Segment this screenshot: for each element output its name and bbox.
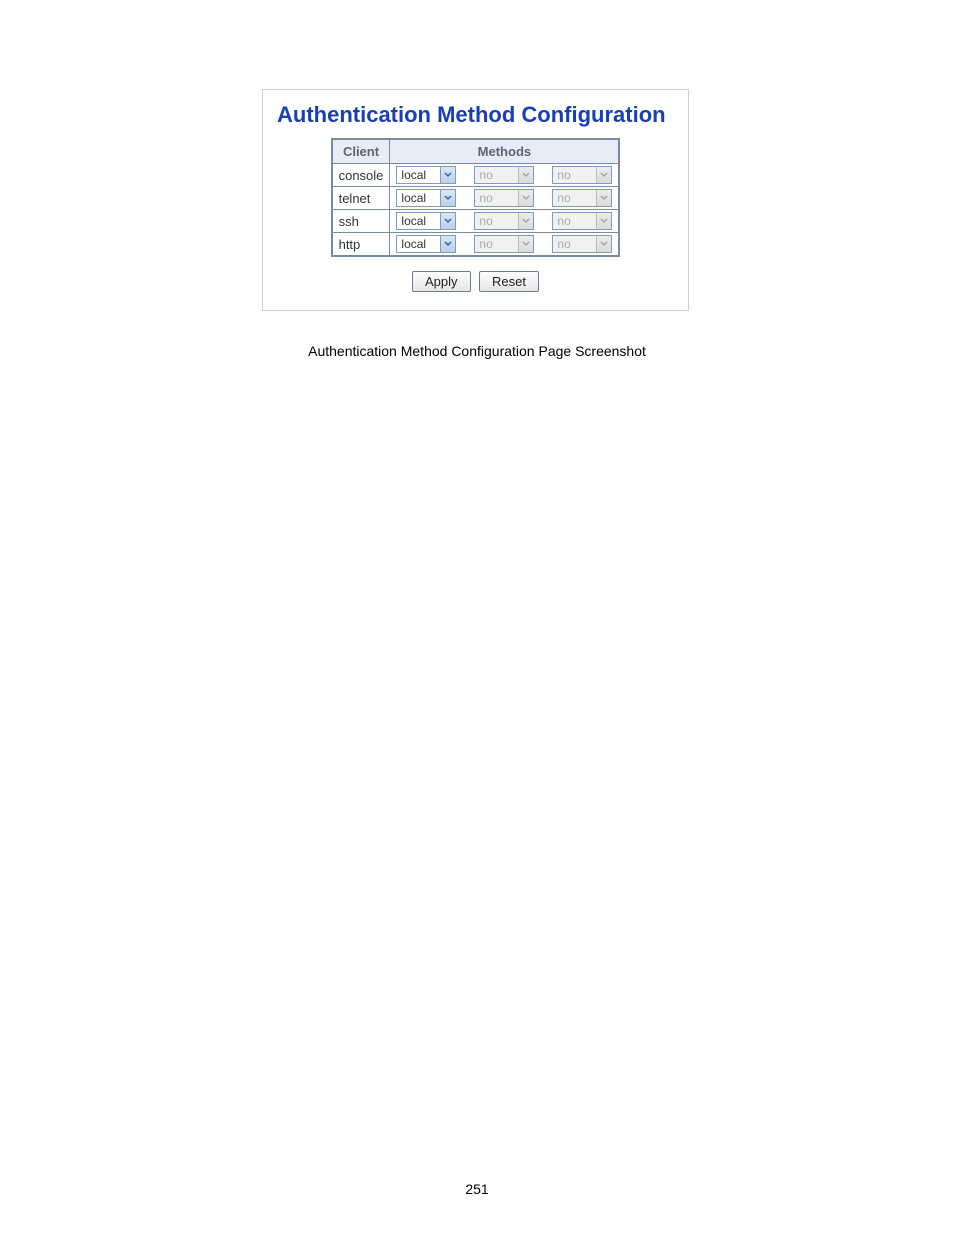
chevron-down-icon[interactable] <box>440 167 455 183</box>
method-select-value: no <box>553 167 596 183</box>
method-select-value: local <box>397 190 440 206</box>
methods-row: local no no <box>396 189 612 207</box>
method-select-value: no <box>553 236 596 252</box>
chevron-down-icon[interactable] <box>440 213 455 229</box>
method-select: no <box>474 166 534 184</box>
method-select: no <box>552 166 612 184</box>
methods-row: local no no <box>396 212 612 230</box>
method-select[interactable]: local <box>396 166 456 184</box>
chevron-down-icon <box>518 213 533 229</box>
chevron-down-icon <box>596 167 611 183</box>
chevron-down-icon <box>518 167 533 183</box>
reset-button[interactable]: Reset <box>479 271 539 292</box>
column-header-methods: Methods <box>390 139 620 164</box>
column-header-client: Client <box>332 139 390 164</box>
method-select: no <box>474 189 534 207</box>
method-select[interactable]: local <box>396 189 456 207</box>
auth-config-table: Client Methods console local no no telnet loc… <box>331 138 621 257</box>
method-select-value: no <box>553 190 596 206</box>
chevron-down-icon[interactable] <box>440 236 455 252</box>
method-select-value: local <box>397 167 440 183</box>
panel-title: Authentication Method Configuration <box>277 102 674 128</box>
chevron-down-icon <box>596 236 611 252</box>
method-select[interactable]: local <box>396 212 456 230</box>
chevron-down-icon <box>596 213 611 229</box>
chevron-down-icon <box>596 190 611 206</box>
method-select-value: no <box>475 167 518 183</box>
method-select-value: local <box>397 213 440 229</box>
auth-method-config-panel: Authentication Method Configuration Clie… <box>262 89 689 311</box>
figure-caption: Authentication Method Configuration Page… <box>0 343 954 359</box>
method-select-value: no <box>475 213 518 229</box>
table-row: telnet local no no <box>332 187 620 210</box>
chevron-down-icon <box>518 236 533 252</box>
method-select: no <box>552 189 612 207</box>
chevron-down-icon[interactable] <box>440 190 455 206</box>
methods-row: local no no <box>396 166 612 184</box>
client-cell: telnet <box>332 187 390 210</box>
method-select: no <box>552 235 612 253</box>
method-select-value: no <box>475 190 518 206</box>
button-row: Apply Reset <box>277 271 674 292</box>
method-select-value: no <box>475 236 518 252</box>
methods-cell: local no no <box>390 233 620 257</box>
methods-cell: local no no <box>390 164 620 187</box>
methods-cell: local no no <box>390 210 620 233</box>
method-select-value: local <box>397 236 440 252</box>
table-row: console local no no <box>332 164 620 187</box>
methods-row: local no no <box>396 235 612 253</box>
method-select[interactable]: local <box>396 235 456 253</box>
table-row: ssh local no no <box>332 210 620 233</box>
method-select-value: no <box>553 213 596 229</box>
client-cell: ssh <box>332 210 390 233</box>
method-select: no <box>474 212 534 230</box>
page-number: 251 <box>0 1181 954 1197</box>
method-select: no <box>474 235 534 253</box>
methods-cell: local no no <box>390 187 620 210</box>
client-cell: console <box>332 164 390 187</box>
table-row: http local no no <box>332 233 620 257</box>
client-cell: http <box>332 233 390 257</box>
apply-button[interactable]: Apply <box>412 271 471 292</box>
chevron-down-icon <box>518 190 533 206</box>
method-select: no <box>552 212 612 230</box>
